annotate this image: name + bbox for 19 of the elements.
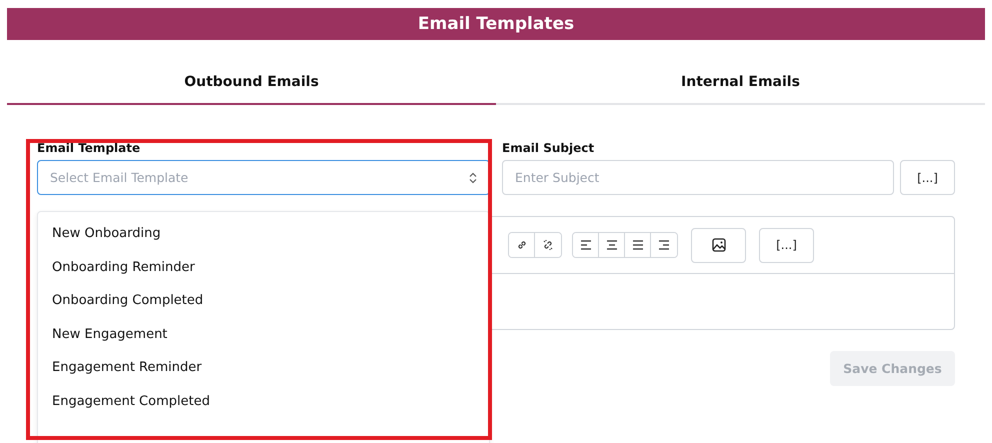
dropdown-option[interactable]: Onboarding Reminder bbox=[38, 250, 489, 284]
tab[interactable]: Internal Emails bbox=[496, 58, 985, 105]
subject-field[interactable]: Enter Subject bbox=[502, 160, 894, 195]
image-icon bbox=[712, 238, 726, 252]
dropdown-option[interactable]: Engagement Completed bbox=[38, 384, 489, 419]
tab[interactable]: Outbound Emails bbox=[7, 58, 496, 105]
placeholder-button[interactable]: [...] bbox=[900, 160, 955, 195]
chevron-icon bbox=[469, 172, 477, 184]
placeholder-button[interactable]: [...] bbox=[759, 228, 814, 262]
page-title: Email Templates bbox=[418, 14, 574, 34]
link-icon[interactable] bbox=[509, 233, 535, 257]
field-label: Email Subject bbox=[502, 141, 596, 155]
image-button[interactable] bbox=[691, 228, 746, 262]
dropdown-option[interactable]: Onboarding Completed bbox=[38, 284, 489, 318]
dropdown-option[interactable]: Engagement Reminder bbox=[38, 351, 489, 385]
field-label: Email Template bbox=[37, 141, 142, 155]
dropdown-option[interactable]: New Engagement bbox=[38, 318, 489, 352]
dropdown-option[interactable]: New Onboarding bbox=[38, 217, 489, 251]
align-left-icon[interactable] bbox=[573, 233, 599, 257]
